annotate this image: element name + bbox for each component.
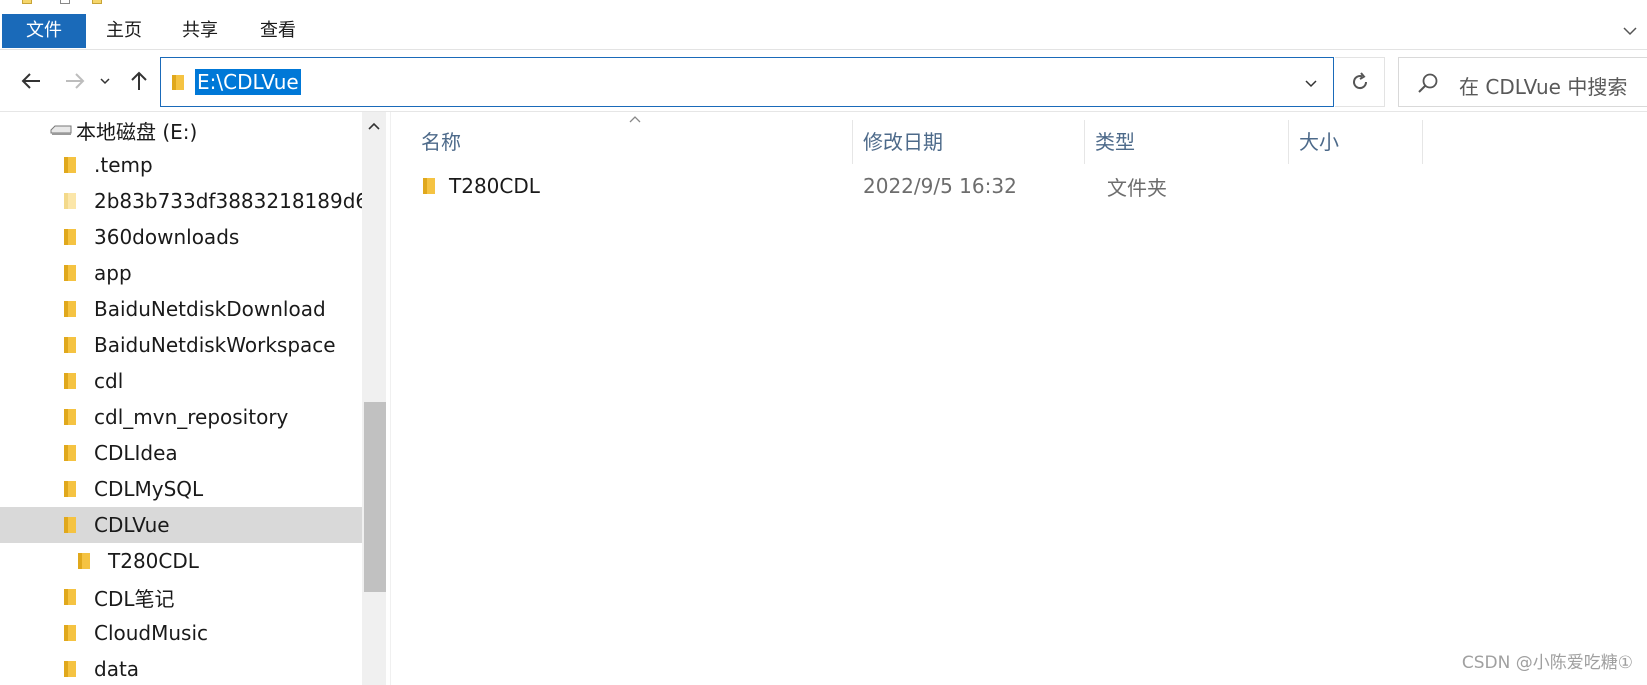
- tree-item-label: BaiduNetdiskWorkspace: [94, 333, 336, 357]
- chevron-up-icon[interactable]: [366, 120, 382, 132]
- tree-item-label: data: [94, 657, 140, 681]
- tab-file[interactable]: 文件: [2, 14, 86, 48]
- folder-icon: [64, 301, 76, 317]
- tree-item-label: BaiduNetdiskDownload: [94, 297, 326, 321]
- ribbon: 文件 主页 共享 查看: [0, 0, 1647, 50]
- tree-item-label: 360downloads: [94, 225, 240, 249]
- refresh-button[interactable]: [1335, 57, 1385, 107]
- folder-icon: [64, 157, 76, 173]
- tree-item-label: 本地磁盘 (E:): [76, 119, 198, 144]
- tree-item[interactable]: CDL笔记: [0, 579, 362, 615]
- tree-item-label: .temp: [94, 153, 153, 177]
- folder-icon: [64, 229, 76, 245]
- folder-icon: [64, 625, 76, 641]
- folder-icon: [172, 75, 184, 90]
- file-name: T280CDL: [449, 174, 540, 198]
- scrollbar-thumb[interactable]: [364, 402, 386, 592]
- folder-icon: [78, 553, 90, 569]
- tree-item[interactable]: BaiduNetdiskWorkspace: [0, 327, 362, 363]
- tree-item[interactable]: BaiduNetdiskDownload: [0, 291, 362, 327]
- folder-icon: [64, 445, 76, 461]
- address-bar[interactable]: E:\CDLVue: [160, 57, 1334, 107]
- tree-item-drive-e[interactable]: 本地磁盘 (E:): [0, 112, 362, 148]
- tree-item-label: CDLIdea: [94, 441, 178, 465]
- tree-item-label: CloudMusic: [94, 621, 209, 645]
- up-arrow-icon: [131, 71, 147, 90]
- tree-item[interactable]: cdl: [0, 363, 362, 399]
- quick-access-toolbar: [0, 0, 200, 8]
- tree-item[interactable]: CloudMusic: [0, 615, 362, 651]
- tree-item-label: 2b83b733df3883218189d64: [94, 189, 362, 213]
- forward-arrow-icon: [66, 73, 85, 89]
- tree-item-label: T280CDL: [108, 549, 199, 573]
- tree-item[interactable]: app: [0, 255, 362, 291]
- folder-icon: [64, 661, 76, 677]
- folder-icon: [64, 337, 76, 353]
- tree-item[interactable]: data: [0, 651, 362, 685]
- tab-share[interactable]: 共享: [172, 14, 228, 48]
- search-input[interactable]: 在 CDLVue 中搜索: [1398, 57, 1647, 107]
- search-icon: [1418, 73, 1438, 93]
- tree-item[interactable]: CDLIdea: [0, 435, 362, 471]
- expand-ribbon-icon[interactable]: [1621, 22, 1639, 40]
- column-header-name[interactable]: 名称: [391, 120, 853, 164]
- folder-icon: [64, 409, 76, 425]
- file-type: 文件夹: [1107, 175, 1167, 200]
- column-header-modified[interactable]: 修改日期: [853, 120, 1085, 164]
- tree-item-selected[interactable]: CDLVue: [0, 507, 362, 543]
- tree-item-label: app: [94, 261, 132, 285]
- tab-home[interactable]: 主页: [96, 14, 152, 48]
- tree-item[interactable]: .temp: [0, 147, 362, 183]
- file-modified-date: 2022/9/5 16:32: [863, 174, 1017, 198]
- tree-item-label: cdl_mvn_repository: [94, 405, 289, 429]
- watermark: CSDN @小陈爱吃糖①: [1461, 653, 1633, 673]
- back-arrow-icon: [21, 73, 40, 89]
- tree-item-child[interactable]: T280CDL: [0, 543, 362, 579]
- column-header-size[interactable]: 大小: [1289, 120, 1423, 164]
- recent-locations-button[interactable]: [94, 64, 116, 98]
- folder-icon: [64, 481, 76, 497]
- forward-button[interactable]: [58, 64, 92, 98]
- drive-icon: [50, 125, 72, 135]
- tab-view[interactable]: 查看: [250, 14, 306, 48]
- address-path[interactable]: E:\CDLVue: [195, 69, 301, 95]
- chevron-down-icon[interactable]: [1303, 75, 1319, 91]
- column-header-type[interactable]: 类型: [1085, 120, 1289, 164]
- chevron-down-icon: [100, 78, 110, 85]
- folder-icon: [64, 517, 76, 533]
- tree-item[interactable]: 360downloads: [0, 219, 362, 255]
- tree-item-label: CDL笔记: [94, 586, 175, 611]
- tree-item[interactable]: cdl_mvn_repository: [0, 399, 362, 435]
- back-button[interactable]: [14, 64, 48, 98]
- file-list: 名称 修改日期 类型 大小 T280CDL 2022/9/5 16:32 文件夹…: [390, 112, 1647, 685]
- search-placeholder: 在 CDLVue 中搜索: [1459, 75, 1628, 99]
- folder-icon: [423, 178, 435, 194]
- folder-icon: [64, 265, 76, 281]
- folder-icon: [64, 193, 76, 209]
- folder-icon: [64, 589, 76, 605]
- file-row[interactable]: T280CDL 2022/9/5 16:32 文件夹: [391, 168, 1391, 204]
- refresh-icon: [1352, 72, 1367, 90]
- address-toolbar: E:\CDLVue 在 CDLVue 中搜索: [0, 50, 1647, 112]
- tree-item-label: CDLVue: [94, 513, 170, 537]
- up-button[interactable]: [122, 64, 156, 98]
- tree-item-label: cdl: [94, 369, 124, 393]
- navigation-pane: 本地磁盘 (E:) .temp 2b83b733df3883218189d64 …: [0, 112, 388, 685]
- navigation-scrollbar[interactable]: [362, 112, 386, 685]
- tree-item[interactable]: 2b83b733df3883218189d64: [0, 183, 362, 219]
- tree-item-label: CDLMySQL: [94, 477, 204, 501]
- tree-item[interactable]: CDLMySQL: [0, 471, 362, 507]
- folder-icon: [64, 373, 76, 389]
